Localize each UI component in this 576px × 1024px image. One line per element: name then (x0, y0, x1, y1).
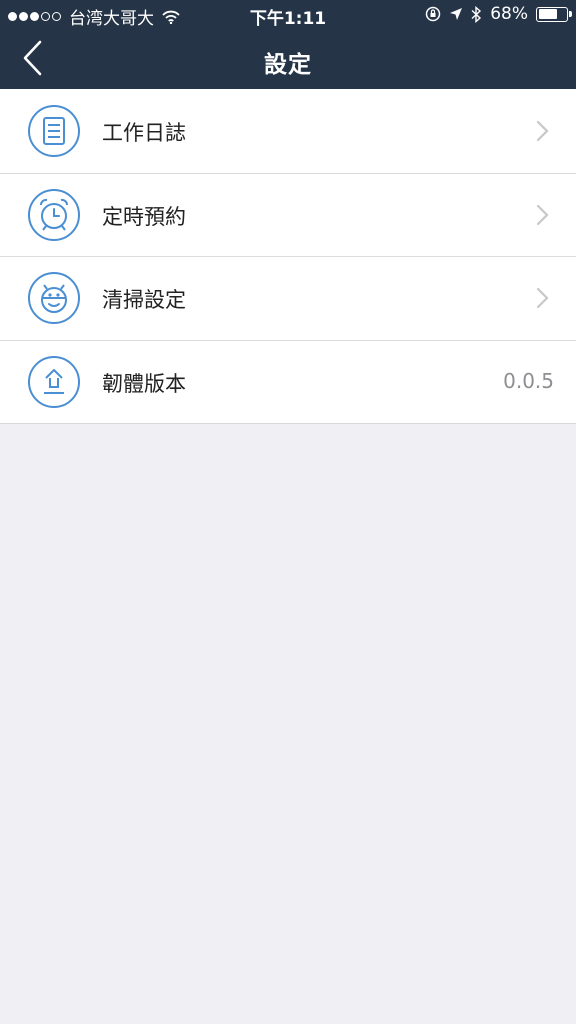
location-arrow-icon (450, 8, 463, 20)
settings-item-label: 定時預約 (102, 204, 186, 229)
document-icon (28, 105, 80, 157)
app-header: 台湾大哥大 下午1:11 68% 設定 (0, 0, 576, 89)
settings-item-label: 韌體版本 (102, 371, 186, 396)
settings-item-work-log[interactable]: 工作日誌 (0, 89, 576, 173)
battery-percent: 68% (490, 4, 528, 24)
settings-list: 工作日誌 定時預約 清掃設定 韌體版本 0.0.5 (0, 89, 576, 424)
rotation-lock-icon (425, 6, 441, 22)
navigation-bar: 設定 (0, 30, 576, 89)
battery-fill (538, 9, 557, 19)
settings-item-label: 工作日誌 (102, 121, 186, 145)
battery-cap (569, 10, 572, 17)
status-bar: 台湾大哥大 下午1:11 68% (0, 0, 576, 30)
page-title: 設定 (264, 52, 312, 78)
chevron-right-icon (536, 120, 549, 142)
upload-icon (28, 355, 80, 408)
firmware-version-value: 0.0.5 (503, 368, 554, 393)
settings-item-schedule[interactable]: 定時預約 (0, 172, 576, 257)
bluetooth-icon (471, 5, 482, 23)
robot-icon (28, 272, 80, 324)
settings-item-cleaning[interactable]: 清掃設定 (0, 256, 576, 340)
chevron-right-icon (536, 204, 549, 225)
battery-icon (536, 6, 572, 22)
settings-item-firmware: 韌體版本 0.0.5 (0, 339, 576, 424)
chevron-right-icon (536, 287, 549, 309)
settings-item-label: 清掃設定 (102, 288, 186, 312)
status-right: 68% (417, 4, 572, 24)
alarm-clock-icon (28, 188, 80, 241)
